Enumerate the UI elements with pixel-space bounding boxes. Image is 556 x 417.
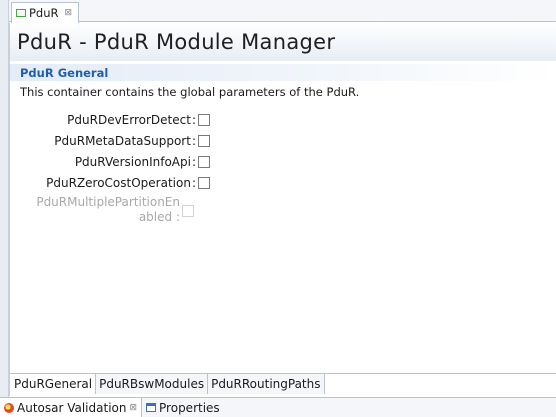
- field-label-line1: PduRMultiplePartitionEn: [36, 195, 180, 209]
- module-editor: PduR - PduR Module Manager PduR General …: [9, 23, 556, 396]
- field-meta-data-support: PduRMetaDataSupport :: [10, 132, 210, 150]
- field-colon: :: [175, 210, 180, 224]
- field-label-line2: abled: [138, 210, 173, 224]
- multiple-partition-enabled-checkbox: [182, 205, 194, 217]
- tab-label: Autosar Validation: [17, 400, 127, 415]
- close-icon[interactable]: ⊠: [65, 8, 73, 18]
- tab-pdur-routing-paths[interactable]: PduRRoutingPaths: [208, 374, 325, 394]
- field-dev-error-detect: PduRDevErrorDetect :: [10, 111, 210, 129]
- section-title: PduR General: [20, 65, 109, 80]
- close-icon[interactable]: ⊠: [129, 403, 137, 413]
- section-header[interactable]: PduR General: [10, 64, 556, 81]
- editor-tab-label: PduR: [29, 6, 59, 20]
- field-colon: :: [191, 176, 196, 190]
- editor-header: PduR - PduR Module Manager: [10, 23, 556, 61]
- left-panel-strip: [0, 0, 9, 417]
- field-label: PduRMetaDataSupport: [54, 134, 191, 148]
- tab-pdur-bsw-modules[interactable]: PduRBswModules: [96, 374, 209, 394]
- tab-properties[interactable]: Properties: [142, 398, 224, 417]
- page-title: PduR - PduR Module Manager: [17, 30, 336, 54]
- meta-data-support-checkbox[interactable]: [198, 135, 210, 147]
- dev-error-detect-checkbox[interactable]: [198, 114, 210, 126]
- tab-autosar-validation[interactable]: Autosar Validation ⊠: [0, 398, 143, 417]
- field-version-info-api: PduRVersionInfoApi :: [10, 153, 210, 171]
- field-label: PduRDevErrorDetect: [67, 113, 191, 127]
- validation-icon: [4, 402, 14, 413]
- field-label: PduRVersionInfoApi: [74, 155, 191, 169]
- section-description: This container contains the global param…: [20, 85, 360, 99]
- editor-tab-pdur[interactable]: PduR ⊠: [11, 2, 80, 23]
- module-icon: [16, 9, 26, 17]
- field-colon: :: [191, 134, 196, 148]
- editor-tab-bar: PduR ⊠: [9, 0, 556, 23]
- field-zero-cost-operation: PduRZeroCostOperation :: [10, 174, 210, 192]
- bottom-view-tabs: Autosar Validation ⊠ Properties: [0, 397, 556, 417]
- properties-icon: [146, 403, 157, 412]
- field-label: PduRZeroCostOperation: [46, 176, 191, 190]
- zero-cost-operation-checkbox[interactable]: [198, 177, 210, 189]
- field-colon: :: [191, 155, 196, 169]
- editor-page-tabs: PduRGeneral PduRBswModules PduRRoutingPa…: [10, 373, 556, 395]
- tab-label: Properties: [159, 400, 220, 415]
- field-colon: :: [191, 113, 196, 127]
- version-info-api-checkbox[interactable]: [198, 156, 210, 168]
- multiple-partition-enabled-label: PduRMultiplePartitionEn abled :: [30, 195, 180, 225]
- tab-pdur-general[interactable]: PduRGeneral: [10, 374, 97, 394]
